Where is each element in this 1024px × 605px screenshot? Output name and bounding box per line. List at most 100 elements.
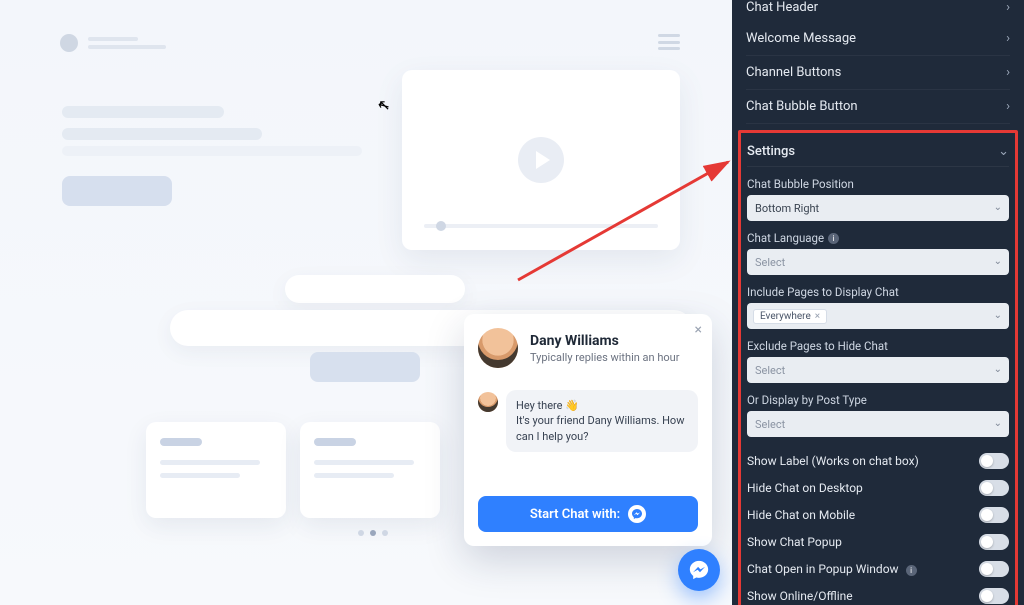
skeleton-pill bbox=[285, 275, 465, 303]
chevron-down-icon: ⌄ bbox=[994, 310, 1002, 321]
video-progress-knob[interactable] bbox=[436, 221, 446, 231]
field-post-type: Or Display by Post Type Select ⌄ bbox=[747, 393, 1009, 437]
chat-message-line1: Hey there 👋 bbox=[516, 399, 579, 412]
chip-everywhere[interactable]: Everywhere × bbox=[753, 309, 827, 324]
settings-panel: Chat Header › Welcome Message › Channel … bbox=[732, 0, 1024, 605]
info-icon[interactable]: i bbox=[906, 565, 917, 576]
field-chat-bubble-position: Chat Bubble Position Bottom Right ⌄ bbox=[747, 177, 1009, 221]
accordion-welcome-message[interactable]: Welcome Message › bbox=[746, 22, 1010, 56]
accordion-channel-buttons[interactable]: Channel Buttons › bbox=[746, 56, 1010, 90]
toggle-label: Show Online/Offline bbox=[747, 589, 853, 603]
skeleton-card bbox=[146, 422, 286, 518]
field-label: Include Pages to Display Chat bbox=[747, 285, 1009, 299]
select-exclude-pages[interactable]: Select ⌄ bbox=[747, 357, 1009, 383]
agent-avatar-small bbox=[478, 392, 498, 412]
chat-message-line2: It's your friend Dany Williams. How can … bbox=[516, 414, 684, 442]
select-include-pages[interactable]: Everywhere × ⌄ bbox=[747, 303, 1009, 329]
skeleton-button bbox=[310, 352, 420, 382]
toggle-hide-desktop: Hide Chat on Desktop bbox=[747, 476, 1009, 500]
toggle-switch[interactable] bbox=[979, 453, 1009, 469]
field-chat-language: Chat Language i Select ⌄ bbox=[747, 231, 1009, 275]
accordion-label: Chat Bubble Button bbox=[746, 99, 858, 114]
chip-label: Everywhere bbox=[760, 311, 811, 322]
chip-remove-icon[interactable]: × bbox=[815, 311, 820, 322]
messenger-icon bbox=[628, 505, 646, 523]
chat-popup: Dany Williams Typically replies within a… bbox=[464, 314, 712, 546]
agent-avatar bbox=[478, 328, 518, 368]
field-label: Exclude Pages to Hide Chat bbox=[747, 339, 1009, 353]
close-icon[interactable]: × bbox=[695, 322, 702, 338]
field-include-pages: Include Pages to Display Chat Everywhere… bbox=[747, 285, 1009, 329]
chevron-down-icon: ⌄ bbox=[994, 364, 1002, 375]
agent-name: Dany Williams bbox=[530, 333, 679, 349]
select-placeholder: Select bbox=[755, 256, 785, 269]
accordion-settings[interactable]: Settings ⌄ bbox=[747, 137, 1009, 167]
chevron-right-icon: › bbox=[1006, 99, 1010, 114]
chat-bubble-button[interactable] bbox=[678, 549, 720, 591]
reply-sla: Typically replies within an hour bbox=[530, 351, 679, 364]
toggle-show-popup: Show Chat Popup bbox=[747, 530, 1009, 554]
toggle-switch[interactable] bbox=[979, 588, 1009, 604]
website-preview: Dany Williams Typically replies within a… bbox=[0, 0, 732, 605]
toggle-group: Show Label (Works on chat box) Hide Chat… bbox=[747, 449, 1009, 605]
select-placeholder: Select bbox=[755, 418, 785, 431]
toggle-label: Show Label (Works on chat box) bbox=[747, 454, 919, 468]
chat-header: Dany Williams Typically replies within a… bbox=[464, 314, 712, 380]
accordion-label: Chat Header bbox=[746, 0, 818, 15]
chevron-down-icon: ⌄ bbox=[994, 202, 1002, 213]
chevron-right-icon: › bbox=[1006, 0, 1010, 15]
toggle-switch[interactable] bbox=[979, 534, 1009, 550]
skeleton-bar bbox=[62, 106, 224, 118]
toggle-label: Show Chat Popup bbox=[747, 535, 842, 549]
chevron-right-icon: › bbox=[1006, 31, 1010, 46]
toggle-show-label: Show Label (Works on chat box) bbox=[747, 449, 1009, 473]
settings-section-highlighted: Settings ⌄ Chat Bubble Position Bottom R… bbox=[738, 130, 1018, 605]
toggle-label: Chat Open in Popup Window bbox=[747, 562, 899, 576]
chat-message: Hey there 👋 It's your friend Dany Willia… bbox=[506, 390, 698, 452]
chevron-down-icon: ⌄ bbox=[994, 256, 1002, 267]
start-chat-button[interactable]: Start Chat with: bbox=[478, 496, 698, 532]
toggle-label: Hide Chat on Mobile bbox=[747, 508, 855, 522]
chat-body: Hey there 👋 It's your friend Dany Willia… bbox=[464, 380, 712, 486]
skeleton-line bbox=[88, 45, 166, 49]
chevron-down-icon: ⌄ bbox=[998, 144, 1009, 159]
skeleton-card bbox=[300, 422, 440, 518]
toggle-switch[interactable] bbox=[979, 507, 1009, 523]
play-icon[interactable] bbox=[518, 137, 564, 183]
hamburger-icon[interactable] bbox=[658, 34, 680, 50]
accordion-chat-header[interactable]: Chat Header › bbox=[746, 0, 1010, 22]
toggle-hide-mobile: Hide Chat on Mobile bbox=[747, 503, 1009, 527]
video-card bbox=[402, 70, 680, 250]
start-chat-label: Start Chat with: bbox=[530, 507, 620, 522]
skeleton-line bbox=[88, 37, 138, 41]
settings-title: Settings bbox=[747, 144, 795, 159]
field-label: Chat Language bbox=[747, 231, 824, 245]
accordion-chat-bubble-button[interactable]: Chat Bubble Button › bbox=[746, 90, 1010, 124]
skeleton-bar bbox=[62, 128, 262, 140]
chevron-right-icon: › bbox=[1006, 65, 1010, 80]
carousel-dots[interactable] bbox=[358, 530, 388, 536]
mouse-cursor-icon: ↖ bbox=[378, 96, 391, 114]
info-icon[interactable]: i bbox=[828, 233, 839, 244]
toggle-switch[interactable] bbox=[979, 480, 1009, 496]
accordion-label: Welcome Message bbox=[746, 31, 856, 46]
select-post-type[interactable]: Select ⌄ bbox=[747, 411, 1009, 437]
select-chat-bubble-position[interactable]: Bottom Right ⌄ bbox=[747, 195, 1009, 221]
toggle-label: Hide Chat on Desktop bbox=[747, 481, 863, 495]
preview-logo bbox=[60, 34, 672, 52]
toggle-switch[interactable] bbox=[979, 561, 1009, 577]
chevron-down-icon: ⌄ bbox=[994, 418, 1002, 429]
select-chat-language[interactable]: Select ⌄ bbox=[747, 249, 1009, 275]
video-progress[interactable] bbox=[424, 224, 658, 228]
field-label: Or Display by Post Type bbox=[747, 393, 1009, 407]
logo-avatar bbox=[60, 34, 78, 52]
skeleton-bar bbox=[62, 146, 362, 156]
toggle-online-offline: Show Online/Offline bbox=[747, 584, 1009, 605]
select-placeholder: Select bbox=[755, 364, 785, 377]
field-label: Chat Bubble Position bbox=[747, 177, 1009, 191]
select-value: Bottom Right bbox=[755, 202, 819, 215]
toggle-open-popup-window: Chat Open in Popup Window i bbox=[747, 557, 1009, 581]
field-exclude-pages: Exclude Pages to Hide Chat Select ⌄ bbox=[747, 339, 1009, 383]
accordion-label: Channel Buttons bbox=[746, 65, 841, 80]
skeleton-button bbox=[62, 176, 172, 206]
